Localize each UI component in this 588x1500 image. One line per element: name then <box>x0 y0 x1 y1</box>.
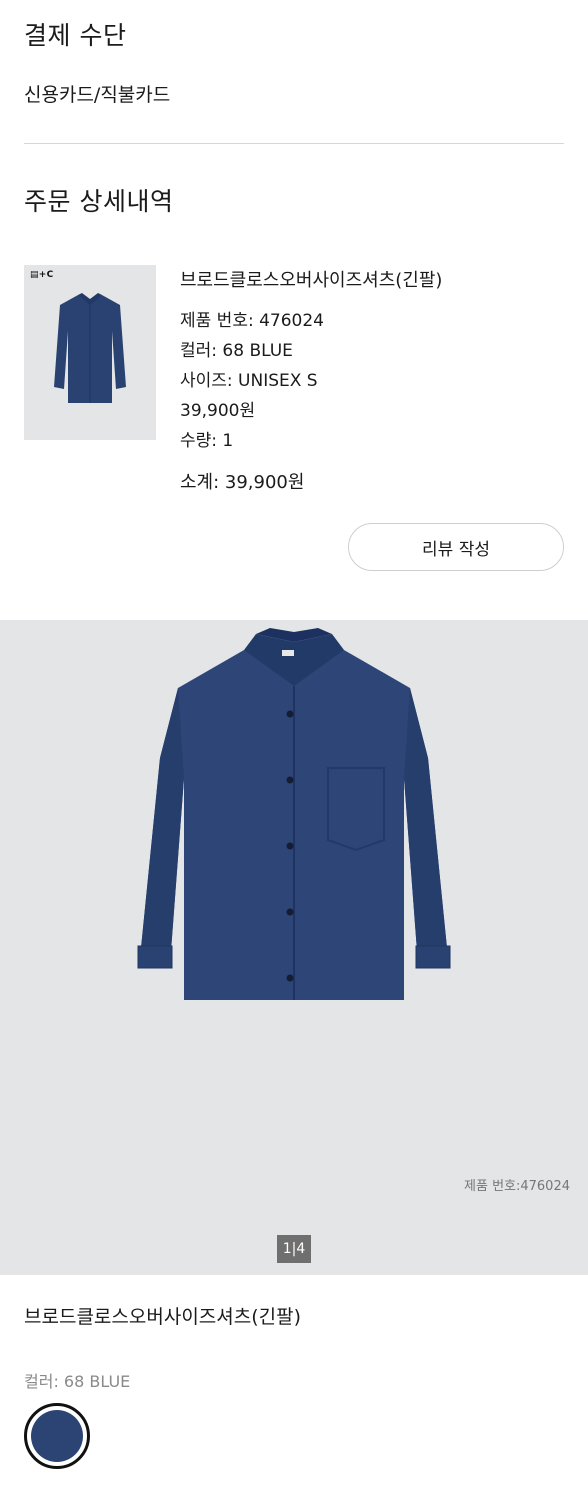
payment-method-value: 신용카드/직불카드 <box>24 84 171 106</box>
product-image-gallery[interactable]: 제품 번호:476024 1|4 <box>0 620 588 1275</box>
product-thumbnail[interactable]: ▤+C <box>24 265 156 440</box>
order-item-product-no: 제품 번호: 476024 <box>180 311 324 331</box>
order-item-quantity: 수량: 1 <box>180 431 234 451</box>
product-name: 브로드클로스오버사이즈셔츠(긴팔) <box>24 1306 302 1328</box>
shirt-thumbnail-icon <box>54 293 126 403</box>
order-item-size: 사이즈: UNISEX S <box>180 371 318 391</box>
color-label: 컬러: 68 BLUE <box>24 1372 131 1391</box>
order-item-name[interactable]: 브로드클로스오버사이즈셔츠(긴팔) <box>180 266 570 292</box>
order-item-subtotal: 소계: 39,900원 <box>180 472 305 493</box>
gallery-product-code: 제품 번호:476024 <box>464 1179 570 1194</box>
color-swatch-fill <box>31 1410 83 1462</box>
write-review-button[interactable]: 리뷰 작성 <box>348 523 564 571</box>
gallery-pager[interactable]: 1|4 <box>277 1235 311 1263</box>
order-item-info: 브로드클로스오버사이즈셔츠(긴팔) 제품 번호: 476024 컬러: 68 B… <box>180 266 570 494</box>
section-divider <box>24 143 564 144</box>
order-item-color: 컬러: 68 BLUE <box>180 341 293 361</box>
order-item-price: 39,900원 <box>180 401 256 421</box>
brand-logo: ▤+C <box>30 270 54 280</box>
shirt-image <box>137 628 451 1000</box>
payment-method-heading: 결제 수단 <box>24 21 127 50</box>
color-swatch-icon[interactable] <box>24 1403 90 1469</box>
order-details-heading: 주문 상세내역 <box>24 187 174 216</box>
